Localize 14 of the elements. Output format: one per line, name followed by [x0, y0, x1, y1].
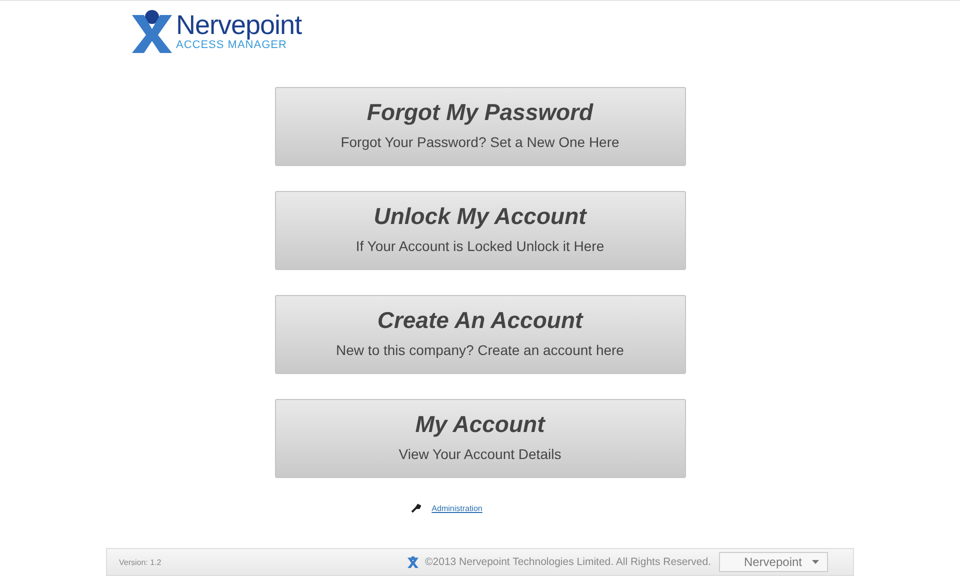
version-text: Version: 1.2 [119, 558, 162, 566]
wrench-icon [410, 503, 421, 513]
action-button[interactable]: Unlock My Account If Your Account is Locked Unlock it Here [274, 191, 686, 270]
action-button[interactable]: My Account View Your Account Details [274, 399, 686, 478]
logo-name: Nervepoint [176, 11, 302, 39]
copyright-text: ©2013 Nervepoint Technologies Limited. All Rights Reserved. [425, 556, 711, 568]
logo-icon [130, 9, 174, 53]
organization-dropdown[interactable]: Nervepoint [719, 552, 828, 572]
logo-tagline: ACCESS MANAGER [176, 39, 287, 51]
caret-icon [812, 560, 819, 564]
administration-link[interactable]: Administration [432, 504, 482, 512]
action-button[interactable]: Create An Account New to this company? Create an account here [274, 295, 686, 374]
action-button[interactable]: Forgot My Password Forgot Your Password? Set a New One Here [274, 87, 686, 166]
logo-icon [407, 556, 420, 568]
